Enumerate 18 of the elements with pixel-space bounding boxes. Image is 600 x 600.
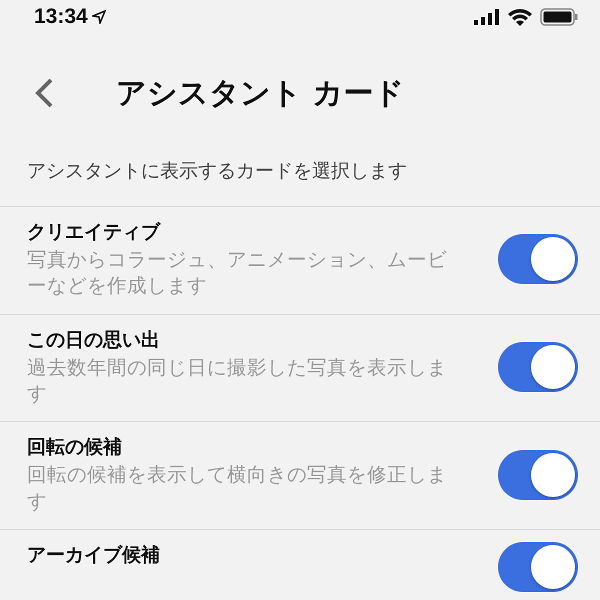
toggle-switch[interactable] xyxy=(498,450,578,500)
card-description: 回転の候補を表示して横向きの写真を修正します xyxy=(27,462,448,515)
intro-text: アシスタントに表示するカードを選択します xyxy=(27,159,408,184)
wifi-icon xyxy=(508,8,532,26)
card-title: クリエイティブ xyxy=(27,220,162,245)
card-description: 写真からコラージュ、アニメーション、ムービーなどを作成します xyxy=(27,247,448,300)
card-description: 過去数年間の同じ日に撮影した写真を表示します xyxy=(27,354,448,407)
toggle-switch[interactable] xyxy=(498,542,578,592)
card-title: アーカイブ候補 xyxy=(27,542,160,568)
toggle-switch[interactable] xyxy=(498,342,578,392)
page-title: アシスタント カード xyxy=(116,74,404,112)
status-time: 13:34 xyxy=(34,5,88,29)
signal-icon xyxy=(474,9,500,25)
battery-icon xyxy=(540,8,578,26)
card-title: この日の思い出 xyxy=(27,328,161,353)
card-title: 回転の候補 xyxy=(27,435,123,460)
toggle-switch[interactable] xyxy=(498,234,578,284)
location-icon xyxy=(92,10,106,24)
